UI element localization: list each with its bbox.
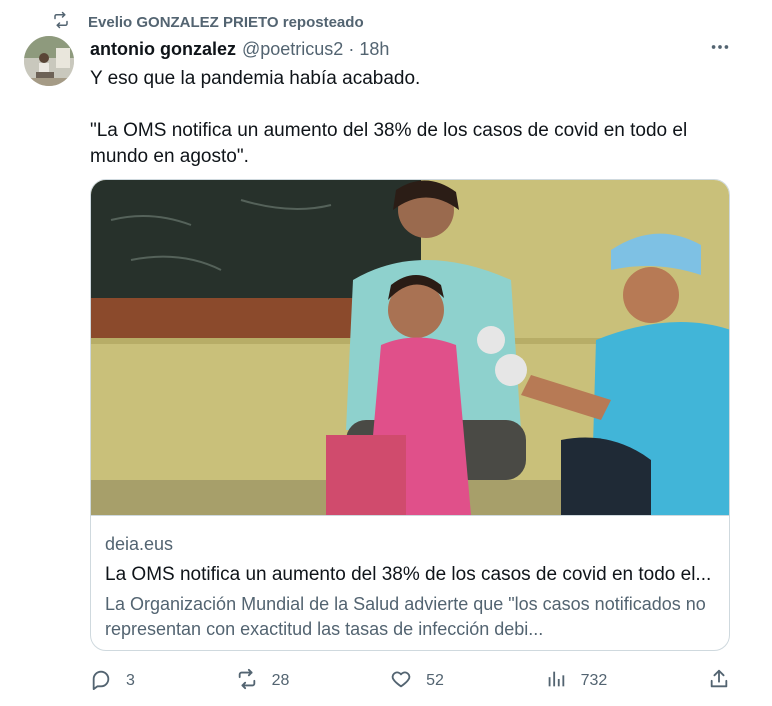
more-button[interactable] — [706, 38, 734, 60]
tweet-text-line1: Y eso que la pandemia había acabado. — [90, 68, 421, 89]
card-title[interactable]: La OMS notifica un aumento del 38% de lo… — [105, 562, 715, 588]
author-name[interactable]: antonio gonzalez — [90, 39, 236, 60]
share-button[interactable] — [708, 668, 730, 695]
card-description: La Organización Mundial de la Salud advi… — [105, 594, 706, 639]
action-bar: 3 28 52 732 — [90, 668, 730, 694]
repost-button[interactable]: 28 — [236, 668, 290, 695]
views-count: 732 — [580, 672, 608, 689]
like-count: 52 — [426, 672, 444, 689]
tweet-header: antonio gonzalez @poetricus2 · 18h — [90, 38, 650, 60]
reply-icon — [90, 668, 112, 695]
repost-indicator[interactable]: Evelio GONZALEZ PRIETO reposteado — [52, 11, 364, 33]
repost-count: 28 — [271, 672, 290, 689]
share-icon — [708, 668, 730, 695]
card-image[interactable] — [91, 180, 730, 516]
repost-text: Evelio GONZALEZ PRIETO reposteado — [88, 13, 364, 31]
reply-button[interactable]: 3 — [90, 668, 135, 695]
like-button[interactable]: 52 — [390, 668, 444, 695]
more-horizontal-icon — [709, 36, 731, 63]
repost-action-icon — [236, 668, 258, 695]
views-chart-icon — [545, 668, 567, 695]
author-handle[interactable]: @poetricus2 — [242, 39, 343, 60]
card-body: deia.eus La OMS notifica un aumento del … — [91, 516, 729, 642]
tweet-text-quote: "La OMS notifica un aumento del 38% de l… — [90, 120, 693, 167]
tweet-text: Y eso que la pandemia había acabado. "La… — [90, 66, 730, 170]
tweet-timestamp[interactable]: 18h — [359, 39, 389, 60]
heart-icon — [390, 668, 412, 695]
views-button[interactable]: 732 — [545, 668, 608, 695]
avatar[interactable] — [24, 36, 74, 86]
tweet[interactable]: Evelio GONZALEZ PRIETO reposteado antoni… — [0, 0, 772, 706]
reply-count: 3 — [126, 672, 135, 689]
repost-icon — [52, 11, 70, 33]
card-domain[interactable]: deia.eus — [105, 532, 715, 556]
link-card[interactable]: deia.eus La OMS notifica un aumento del … — [90, 179, 730, 651]
separator-dot: · — [348, 38, 355, 59]
